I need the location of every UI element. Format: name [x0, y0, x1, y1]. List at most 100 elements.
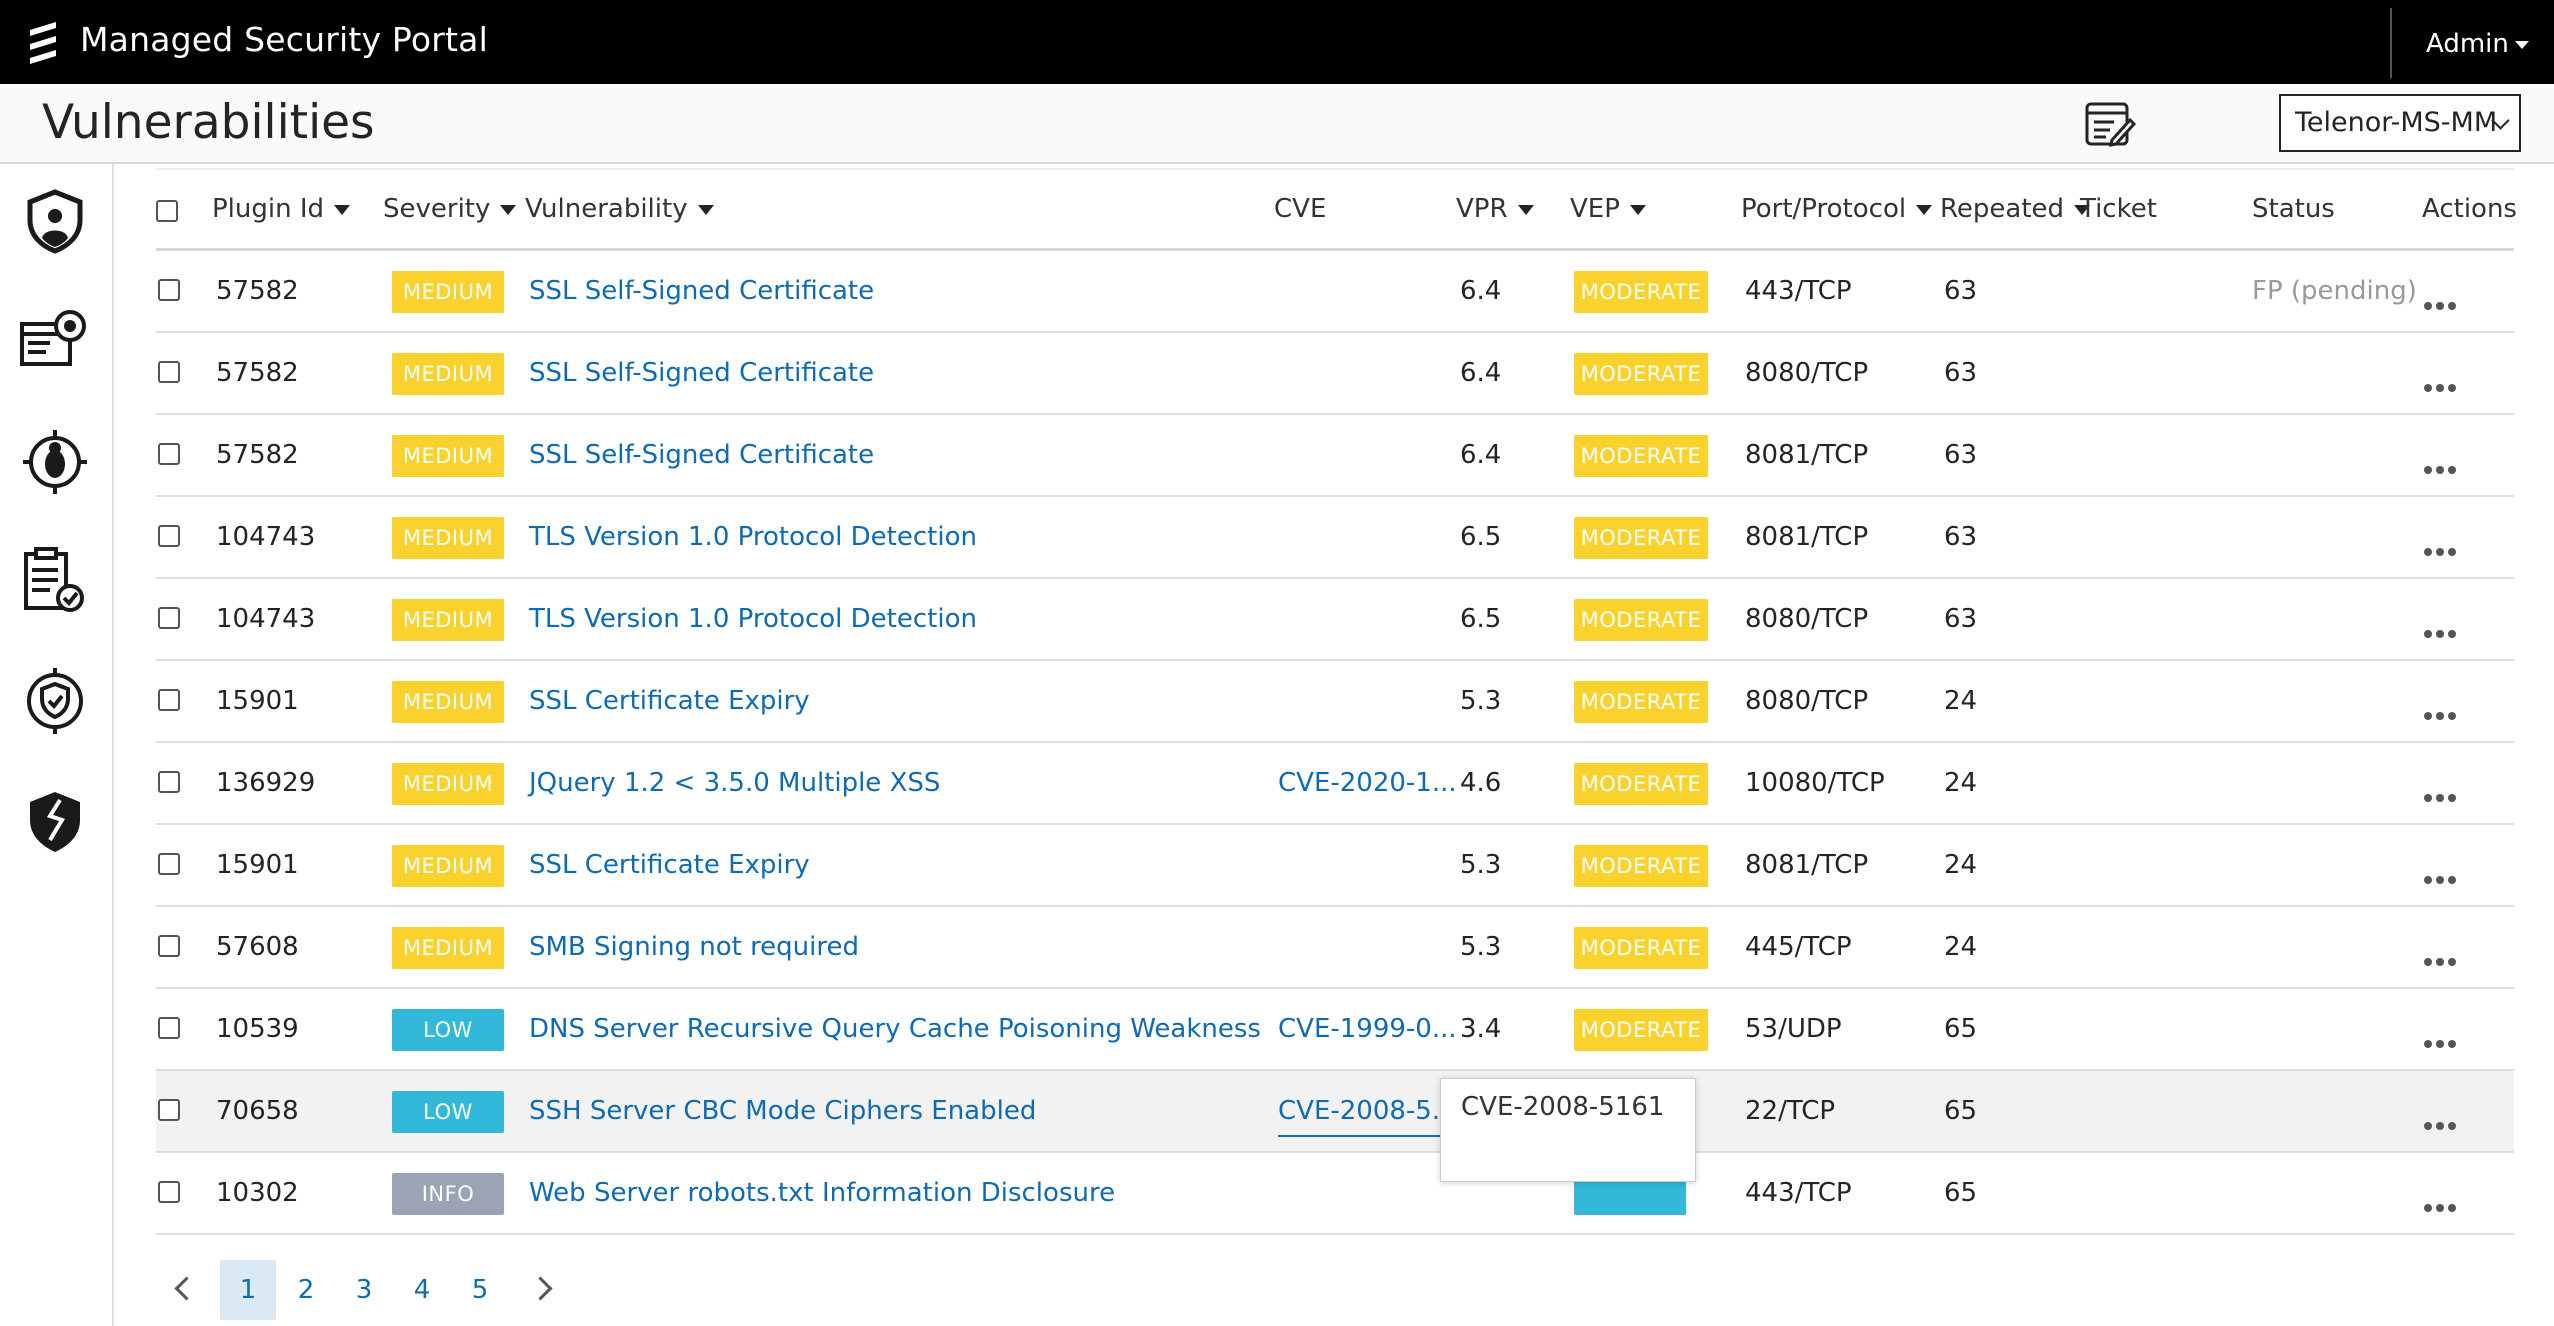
row-checkbox[interactable] [158, 935, 180, 957]
row-checkbox[interactable] [158, 1099, 180, 1121]
row-actions-menu[interactable] [2424, 1189, 2460, 1219]
cve-link[interactable]: CVE-2020-1... [1278, 743, 1457, 823]
repeated-count: 63 [1944, 522, 1978, 552]
chevron-left-icon[interactable] [174, 1276, 199, 1301]
vulnerability-link[interactable]: SSL Self-Signed Certificate [529, 415, 874, 495]
vulnerability-link[interactable]: SMB Signing not required [529, 907, 859, 987]
column-severity[interactable]: Severity [383, 170, 517, 248]
select-all-checkbox[interactable] [156, 200, 178, 222]
vulnerability-link[interactable]: SSH Server CBC Mode Ciphers Enabled [529, 1071, 1036, 1151]
table-row[interactable]: 104743 MEDIUM TLS Version 1.0 Protocol Det… [156, 579, 2514, 661]
bug-target-icon[interactable] [20, 426, 90, 496]
table-row[interactable]: 10302 INFO Web Server robots.txt Informati… [156, 1153, 2514, 1235]
row-checkbox[interactable] [158, 607, 180, 629]
column-vep[interactable]: VEP [1570, 170, 1646, 248]
plugin-id: 104743 [216, 522, 316, 552]
shield-ring-icon[interactable] [20, 666, 90, 736]
vulnerability-link[interactable]: SSL Self-Signed Certificate [529, 251, 874, 331]
row-actions-menu[interactable] [2424, 861, 2460, 891]
table-row[interactable]: 136929 MEDIUM JQuery 1.2 < 3.5.0 Multiple … [156, 743, 2514, 825]
row-checkbox[interactable] [158, 1017, 180, 1039]
vulnerability-link[interactable]: TLS Version 1.0 Protocol Detection [529, 579, 977, 659]
table-row[interactable]: 104743 MEDIUM TLS Version 1.0 Protocol Det… [156, 497, 2514, 579]
column-cve-label: CVE [1274, 194, 1327, 224]
column-plugin-id[interactable]: Plugin Id [212, 170, 351, 248]
plugin-id: 57608 [216, 932, 299, 962]
vep-badge: MODERATE [1574, 1009, 1708, 1051]
port-protocol: 8080/TCP [1745, 604, 1869, 634]
vep-badge: MODERATE [1574, 599, 1708, 641]
tenant-select[interactable]: Telenor-MS-MM [2279, 94, 2521, 152]
table-row[interactable]: 57582 MEDIUM SSL Self-Signed Certificate 6.… [156, 251, 2514, 333]
row-actions-menu[interactable] [2424, 533, 2460, 563]
vulnerability-link[interactable]: SSL Self-Signed Certificate [529, 333, 874, 413]
vpr-value: 5.3 [1460, 932, 1502, 962]
page-4-button[interactable]: 4 [394, 1260, 450, 1320]
row-actions-menu[interactable] [2424, 451, 2460, 481]
column-vulnerability[interactable]: Vulnerability [525, 170, 714, 248]
vpr-value: 6.4 [1460, 358, 1502, 388]
plugin-id: 10302 [216, 1178, 299, 1208]
row-actions-menu[interactable] [2424, 615, 2460, 645]
table-row[interactable]: 15901 MEDIUM SSL Certificate Expiry 5.3 MODE… [156, 661, 2514, 743]
vulnerability-link[interactable]: DNS Server Recursive Query Cache Poisoni… [529, 989, 1261, 1069]
table-row[interactable]: 10539 LOW DNS Server Recursive Query Cache… [156, 989, 2514, 1071]
row-actions-menu[interactable] [2424, 369, 2460, 399]
chevron-right-icon[interactable] [528, 1276, 553, 1301]
table-row[interactable]: 15901 MEDIUM SSL Certificate Expiry 5.3 MODE… [156, 825, 2514, 907]
severity-badge: MEDIUM [392, 599, 504, 641]
vep-badge: MODERATE [1574, 517, 1708, 559]
row-checkbox[interactable] [158, 853, 180, 875]
row-checkbox[interactable] [158, 443, 180, 465]
repeated-count: 24 [1944, 686, 1978, 716]
row-actions-menu[interactable] [2424, 287, 2460, 317]
shield-user-icon[interactable] [20, 186, 90, 256]
sort-down-icon [1517, 204, 1534, 215]
cve-link[interactable]: CVE-2008-5... [1278, 1089, 1457, 1137]
admin-menu[interactable]: Admin [2426, 24, 2529, 64]
ericsson-logo-icon[interactable] [26, 20, 60, 66]
port-protocol: 445/TCP [1745, 932, 1852, 962]
row-actions-menu[interactable] [2424, 1025, 2460, 1055]
report-edit-icon[interactable] [2084, 100, 2136, 150]
vulnerability-link[interactable]: Web Server robots.txt Information Disclo… [529, 1153, 1115, 1233]
vulnerability-link[interactable]: TLS Version 1.0 Protocol Detection [529, 497, 977, 577]
column-port[interactable]: Port/Protocol [1741, 170, 1933, 248]
table-row[interactable]: 57582 MEDIUM SSL Self-Signed Certificate 6.… [156, 415, 2514, 497]
column-vpr[interactable]: VPR [1456, 170, 1534, 248]
repeated-count: 63 [1944, 604, 1978, 634]
row-checkbox[interactable] [158, 689, 180, 711]
vulnerability-link[interactable]: SSL Certificate Expiry [529, 661, 810, 741]
threat-report-icon[interactable] [20, 306, 90, 376]
row-checkbox[interactable] [158, 525, 180, 547]
port-protocol: 53/UDP [1745, 1014, 1842, 1044]
broken-shield-icon[interactable] [20, 786, 90, 856]
row-checkbox[interactable] [158, 279, 180, 301]
page-5-button[interactable]: 5 [452, 1260, 508, 1320]
table-row[interactable]: 57608 MEDIUM SMB Signing not required 5.3 MO… [156, 907, 2514, 989]
cve-link[interactable]: CVE-1999-0... [1278, 989, 1457, 1069]
vpr-value: 5.3 [1460, 850, 1502, 880]
severity-badge: MEDIUM [392, 845, 504, 887]
row-actions-menu[interactable] [2424, 779, 2460, 809]
row-actions-menu[interactable] [2424, 943, 2460, 973]
port-protocol: 8080/TCP [1745, 358, 1869, 388]
sidebar [0, 164, 114, 1326]
page-2-button[interactable]: 2 [278, 1260, 334, 1320]
top-divider [2390, 8, 2392, 78]
sort-down-icon [1916, 204, 1933, 215]
row-checkbox[interactable] [158, 1181, 180, 1203]
row-checkbox[interactable] [158, 771, 180, 793]
severity-badge: MEDIUM [392, 353, 504, 395]
checklist-icon[interactable] [20, 546, 90, 616]
table-row[interactable]: 70658 LOW SSH Server CBC Mode Ciphers Enab… [156, 1071, 2514, 1153]
page-3-button[interactable]: 3 [336, 1260, 392, 1320]
vulnerability-link[interactable]: JQuery 1.2 < 3.5.0 Multiple XSS [529, 743, 940, 823]
page-1-button[interactable]: 1 [220, 1260, 276, 1320]
row-actions-menu[interactable] [2424, 1107, 2460, 1137]
row-checkbox[interactable] [158, 361, 180, 383]
vulnerability-link[interactable]: SSL Certificate Expiry [529, 825, 810, 905]
table-row[interactable]: 57582 MEDIUM SSL Self-Signed Certificate 6.… [156, 333, 2514, 415]
column-repeated[interactable]: Repeated [1940, 170, 2091, 248]
row-actions-menu[interactable] [2424, 697, 2460, 727]
